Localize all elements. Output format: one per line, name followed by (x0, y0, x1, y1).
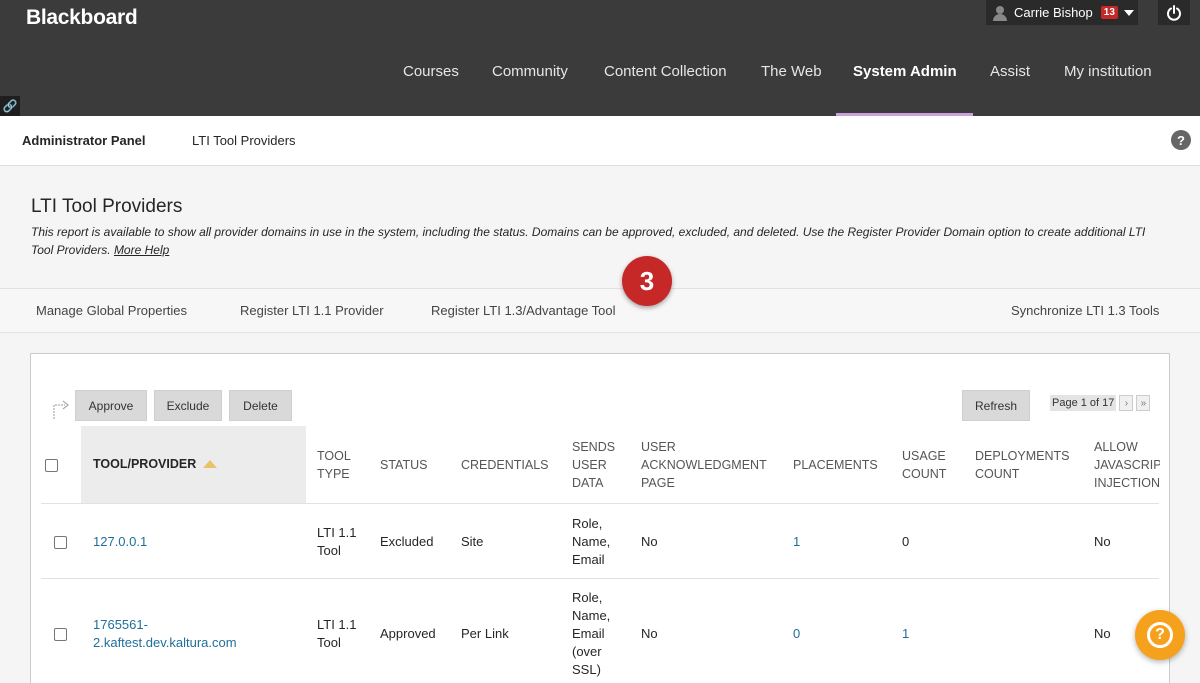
allow-js-cell: No (1094, 534, 1111, 549)
row-checkbox[interactable] (54, 536, 67, 549)
select-all-checkbox[interactable] (45, 459, 58, 472)
bulk-action-arrow-icon (53, 400, 69, 419)
column-header-deployments-count: DEPLOYMENTS COUNT (975, 449, 1070, 481)
column-header-credentials: CREDENTIALS (461, 458, 549, 472)
link-icon[interactable]: 🔗 (0, 96, 20, 116)
allow-js-cell: No (1094, 626, 1111, 641)
row-divider (41, 578, 1159, 579)
question-icon: ? (1147, 622, 1173, 648)
placements-link[interactable]: 0 (793, 625, 800, 643)
refresh-button[interactable]: Refresh (962, 390, 1030, 421)
pager: Page 1 of 17 › » (1050, 395, 1153, 411)
provider-link[interactable]: 127.0.0.1 (93, 533, 147, 551)
placements-link[interactable]: 1 (793, 533, 800, 551)
page-info: Page 1 of 17 (1050, 395, 1117, 411)
status-cell: Excluded (380, 534, 434, 549)
sends-user-data-cell: Role, Name, Email (over SSL) (572, 590, 611, 677)
tool-type-cell: LTI 1.1 Tool (317, 617, 357, 650)
column-header-tool-type: TOOL TYPE (317, 449, 351, 481)
row-checkbox[interactable] (54, 628, 67, 641)
top-bar: Blackboard Carrie Bishop 13 Courses Comm… (0, 0, 1200, 116)
providers-panel: Approve Exclude Delete Refresh Page 1 of… (30, 353, 1170, 683)
tool-type-cell: LTI 1.1 Tool (317, 525, 357, 558)
column-header-sends-user-data: SENDS USER DATA (572, 440, 616, 490)
column-header-label: TOOL/PROVIDER (93, 457, 197, 471)
column-header-user-acknowledgment: USER ACKNOWLEDGMENT PAGE (641, 440, 767, 490)
column-header-status: STATUS (380, 458, 428, 472)
floating-help-button[interactable]: ? (1135, 610, 1185, 660)
usage-count-link[interactable]: 1 (902, 625, 909, 643)
more-help-link[interactable]: More Help (114, 243, 169, 257)
main-nav: Courses Community Content Collection The… (0, 0, 1200, 116)
nav-my-institution[interactable]: My institution (1064, 63, 1152, 80)
credentials-cell: Per Link (461, 626, 509, 641)
row-divider (41, 503, 1159, 504)
breadcrumb-administrator-panel[interactable]: Administrator Panel (22, 133, 146, 148)
help-icon[interactable]: ? (1171, 130, 1191, 150)
step-number-badge: 3 (622, 256, 672, 306)
nav-courses[interactable]: Courses (403, 63, 459, 80)
nav-content-collection[interactable]: Content Collection (604, 63, 727, 80)
approve-button[interactable]: Approve (75, 390, 147, 421)
column-header-tool-provider[interactable]: TOOL/PROVIDER (93, 457, 218, 471)
nav-system-admin[interactable]: System Admin (853, 63, 957, 80)
exclude-button[interactable]: Exclude (154, 390, 222, 421)
column-header-allow-javascript: ALLOWJAVASCRIPTINJECTION (1094, 440, 1160, 490)
column-header-placements: PLACEMENTS (793, 458, 878, 472)
delete-button[interactable]: Delete (229, 390, 292, 421)
usage-count-cell: 0 (902, 534, 910, 549)
synchronize-lti13-tools-button[interactable]: Synchronize LTI 1.3 Tools (1011, 303, 1159, 318)
sort-ascending-icon (203, 460, 218, 468)
user-ack-cell: No (641, 626, 658, 641)
provider-link[interactable]: 1765561- 2.kaftest.dev.kaltura.com (93, 616, 237, 652)
manage-global-properties-button[interactable]: Manage Global Properties (36, 303, 187, 318)
credentials-cell: Site (461, 534, 484, 549)
status-cell: Approved (380, 626, 436, 641)
next-page-button[interactable]: › (1119, 395, 1134, 411)
last-page-button[interactable]: » (1136, 395, 1151, 411)
page-description: This report is available to show all pro… (31, 223, 1151, 259)
sends-user-data-cell: Role, Name, Email (572, 516, 611, 567)
user-ack-cell: No (641, 534, 658, 549)
description-text: This report is available to show all pro… (31, 225, 1146, 257)
nav-assist[interactable]: Assist (990, 63, 1030, 80)
register-lti11-provider-button[interactable]: Register LTI 1.1 Provider (240, 303, 384, 318)
nav-the-web[interactable]: The Web (761, 63, 822, 80)
page-title: LTI Tool Providers (31, 196, 183, 217)
nav-community[interactable]: Community (492, 63, 568, 80)
breadcrumb-current: LTI Tool Providers (192, 133, 296, 148)
action-bar: Manage Global Properties Register LTI 1.… (0, 288, 1200, 333)
register-lti13-tool-button[interactable]: Register LTI 1.3/Advantage Tool (431, 303, 616, 318)
column-header-usage-count: USAGE COUNT (902, 449, 947, 481)
breadcrumb: Administrator Panel LTI Tool Providers ? (0, 116, 1200, 166)
